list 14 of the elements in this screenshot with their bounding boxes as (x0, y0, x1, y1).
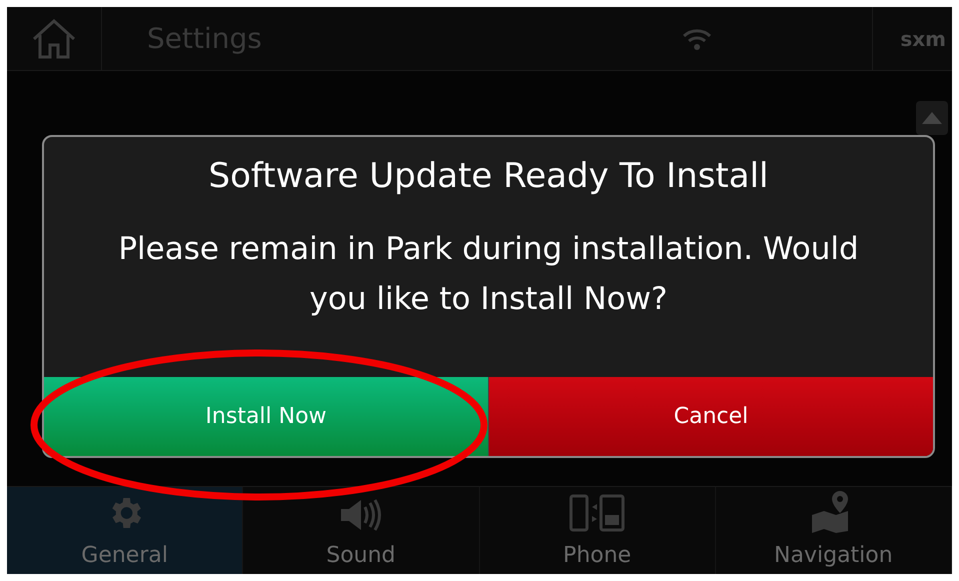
phone-icon (567, 493, 628, 533)
tab[interactable]: Navigation (716, 487, 952, 574)
dialog-message: Please remain in Park during installation. Would you like to Install Now? (117, 230, 860, 319)
home-icon[interactable] (30, 16, 78, 60)
tab[interactable]: General (7, 487, 244, 574)
tab[interactable]: Phone (480, 487, 716, 574)
sxm-label: sxm (900, 26, 946, 52)
dialog-title: Software Update Ready To Install (208, 155, 768, 198)
install-now-button[interactable]: Install Now (44, 377, 488, 456)
up-arrow-icon (922, 112, 942, 124)
cancel-button[interactable]: Cancel (488, 377, 933, 456)
tab[interactable]: Sound (243, 487, 480, 574)
speaker-icon (338, 497, 383, 533)
scroll-up-button[interactable] (916, 101, 948, 135)
